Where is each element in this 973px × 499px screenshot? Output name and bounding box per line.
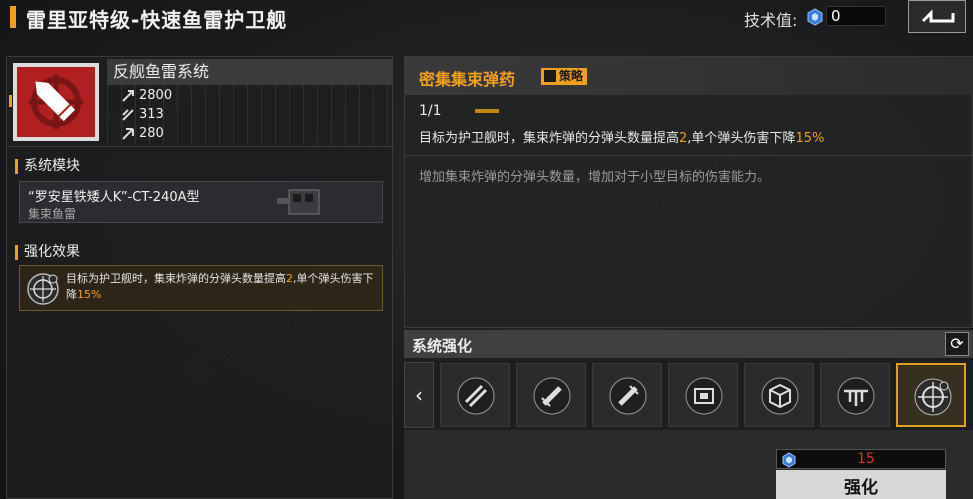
page-title: 雷里亚特级-快速鱼雷护卫舰 bbox=[26, 8, 288, 32]
crosshair-icon bbox=[27, 273, 59, 305]
weapon-name: 反舰鱼雷系统 bbox=[107, 59, 392, 85]
module-card[interactable]: “罗安星铁矮人K”-CT-240A型 集束鱼雷 bbox=[19, 181, 383, 223]
effect-card: 目标为护卫舰时，集束炸弹的分弹头数量提高2,单个弹头伤害下降15% bbox=[19, 265, 383, 311]
weapon-marker bbox=[9, 95, 12, 107]
detail-title: 密集集束弹药 bbox=[419, 70, 516, 89]
torpedo-icon bbox=[533, 377, 571, 415]
stat-row: 313 bbox=[121, 106, 164, 124]
module-type: 集束鱼雷 bbox=[28, 207, 77, 221]
weapon-card: 反舰鱼雷系统 2800 313 280 bbox=[7, 57, 394, 147]
back-icon bbox=[921, 9, 955, 23]
module-launcher-icon bbox=[277, 189, 320, 215]
title-accent-bar bbox=[10, 6, 16, 28]
system-slot-torpedo-b[interactable] bbox=[592, 363, 662, 427]
enhance-button[interactable]: 强化 bbox=[776, 470, 946, 499]
speed-icon bbox=[122, 127, 134, 140]
system-slot-missile-pod[interactable] bbox=[440, 363, 510, 427]
divider bbox=[405, 155, 973, 156]
torpedo-weapon-icon bbox=[29, 75, 83, 129]
system-slot-chip[interactable] bbox=[668, 363, 738, 427]
damage-icon bbox=[122, 89, 134, 102]
tech-value-label: 技术值: bbox=[744, 11, 798, 30]
refresh-button[interactable]: ⟳ bbox=[945, 332, 969, 356]
stat-value: 280 bbox=[139, 126, 164, 141]
cost-value: 15 bbox=[857, 451, 875, 467]
stat-row: 2800 bbox=[121, 87, 172, 105]
level-bar bbox=[475, 109, 499, 113]
weapon-icon-frame bbox=[13, 63, 99, 141]
left-panel: 反舰鱼雷系统 2800 313 280 系统模块 “罗安星铁矮人K”-CT-24… bbox=[6, 56, 394, 499]
module-name: “罗安星铁矮人K”-CT-240A型 bbox=[28, 190, 200, 205]
back-button[interactable] bbox=[908, 0, 966, 33]
system-enhance-title: 系统强化 bbox=[412, 337, 473, 355]
system-enhance-bar: 系统强化 ⟳ bbox=[404, 330, 973, 358]
torpedo-icon bbox=[609, 377, 647, 415]
weapon-stats: 2800 313 280 bbox=[107, 85, 392, 145]
system-slot-crosshair[interactable] bbox=[896, 363, 966, 427]
detail-panel: 密集集束弹药 策略 1/1 目标为护卫舰时，集束炸弹的分弹头数量提高2,单个弹头… bbox=[404, 56, 973, 328]
detail-header: 密集集束弹药 策略 bbox=[405, 57, 973, 95]
cube-icon bbox=[761, 377, 799, 415]
tech-point-icon bbox=[782, 452, 796, 468]
system-slot-cube[interactable] bbox=[744, 363, 814, 427]
drone-icon bbox=[837, 377, 875, 415]
stat-value: 313 bbox=[139, 107, 164, 122]
missile-pod-icon bbox=[457, 377, 495, 415]
tech-point-icon bbox=[807, 8, 823, 26]
prev-arrow-button[interactable]: ‹ bbox=[404, 362, 434, 428]
stat-row: 280 bbox=[121, 125, 164, 143]
refresh-icon: ⟳ bbox=[950, 334, 964, 353]
strategy-icon bbox=[544, 70, 556, 82]
chip-icon bbox=[685, 377, 723, 415]
stat-value: 2800 bbox=[139, 88, 173, 103]
system-slot-torpedo-a[interactable] bbox=[516, 363, 586, 427]
module-section-label: 系统模块 bbox=[15, 159, 80, 174]
header: 雷里亚特级-快速鱼雷护卫舰 技术值: 0 bbox=[0, 0, 973, 44]
system-slots: ‹ bbox=[404, 360, 973, 430]
tech-value: 0 bbox=[826, 6, 886, 26]
effect-text: 目标为护卫舰时，集束炸弹的分弹头数量提高2,单个弹头伤害下降15% bbox=[66, 272, 374, 301]
detail-subtext: 增加集束炸弹的分弹头数量，增加对于小型目标的伤害能力。 bbox=[419, 170, 771, 185]
system-slot-drone[interactable] bbox=[820, 363, 890, 427]
level-indicator: 1/1 bbox=[419, 103, 442, 119]
strategy-tag: 策略 bbox=[541, 68, 588, 85]
detail-description: 目标为护卫舰时，集束炸弹的分弹头数量提高2,单个弹头伤害下降15% bbox=[419, 131, 825, 146]
range-icon bbox=[122, 108, 134, 121]
cost-display: 15 bbox=[776, 449, 946, 469]
effect-section-label: 强化效果 bbox=[15, 245, 80, 260]
crosshair-icon bbox=[914, 378, 952, 416]
weapon-icon-bg bbox=[17, 67, 95, 137]
chevron-left-icon: ‹ bbox=[415, 383, 423, 407]
